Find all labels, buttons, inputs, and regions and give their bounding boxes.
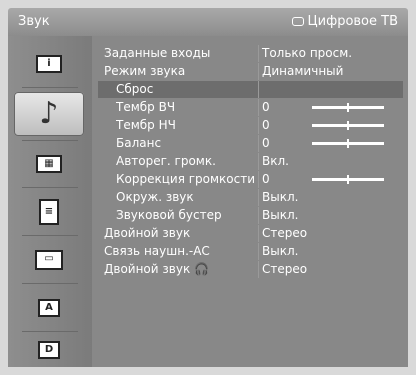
sidebar-divider (22, 187, 78, 188)
menu-row[interactable]: Тембр НЧ 0 (98, 117, 403, 134)
menu-row-label: Окруж. звук (116, 190, 194, 204)
digital-channels-icon: D (38, 341, 60, 359)
title-bar: Звук Цифровое ТВ (8, 8, 408, 36)
menu-row-label: Сброс (116, 82, 154, 96)
menu-title: Звук (18, 14, 50, 29)
menu-row[interactable]: Звуковой бустер Выкл. (98, 207, 403, 224)
menu-row-label: Заданные входы (104, 46, 211, 60)
menu-row-value: Динамичный (262, 64, 344, 78)
source-label: Цифровое ТВ (307, 14, 398, 29)
menu-row[interactable]: Двойной звук Стерео (98, 225, 403, 242)
sidebar: i ♪ ▦ ≡ ▭ A D (8, 36, 92, 367)
menu-row-value: Вкл. (262, 154, 289, 168)
menu-row-value: Выкл. (262, 190, 299, 204)
sidebar-divider (22, 331, 78, 332)
menu-row-label: Тембр НЧ (116, 118, 176, 132)
menu-row-label: Звуковой бустер (116, 208, 222, 222)
column-divider (258, 225, 259, 242)
column-divider (258, 135, 259, 152)
sidebar-item-sound[interactable]: ♪ (14, 92, 84, 136)
sidebar-item-picture[interactable]: i (14, 44, 84, 84)
menu-row[interactable]: Авторег. громк. Вкл. (98, 153, 403, 170)
column-divider (258, 81, 259, 98)
menu-row[interactable]: Режим звука Динамичный (98, 63, 403, 80)
menu-row-label: Связь наушн.-АС (104, 244, 210, 258)
menu-row-value: Выкл. (262, 208, 299, 222)
menu-row[interactable]: Связь наушн.-АС Выкл. (98, 243, 403, 260)
menu-row-value: 0 (262, 136, 270, 150)
picture-info-icon: i (36, 55, 62, 73)
menu-row-label: Двойной звук (104, 226, 191, 240)
sidebar-item-settings-list[interactable]: ≡ (14, 192, 84, 232)
menu-row-label: Режим звука (104, 64, 186, 78)
column-divider (258, 261, 259, 278)
level-slider[interactable] (312, 175, 384, 184)
menu-row[interactable]: Тембр ВЧ 0 (98, 99, 403, 116)
sidebar-item-screen[interactable]: ▦ (14, 144, 84, 184)
slider-knob[interactable] (347, 139, 349, 148)
display-icon: ▭ (35, 250, 63, 270)
sidebar-divider (22, 140, 78, 141)
column-divider (258, 207, 259, 224)
menu-row-label: Тембр ВЧ (116, 100, 176, 114)
sound-note-icon: ♪ (39, 96, 59, 131)
level-slider[interactable] (312, 121, 384, 130)
tv-menu-frame: Звук Цифровое ТВ i ♪ ▦ ≡ ▭ A D Заданные … (0, 0, 416, 375)
column-divider (258, 45, 259, 62)
level-slider[interactable] (312, 139, 384, 148)
menu-row-label: Баланс (116, 136, 162, 150)
column-divider (258, 99, 259, 116)
menu-row-value: 0 (262, 172, 270, 186)
column-divider (258, 153, 259, 170)
menu-content: i ♪ ▦ ≡ ▭ A D Заданные входы Только прос… (8, 36, 408, 367)
analog-channels-icon: A (38, 299, 60, 317)
sidebar-item-digital-channels[interactable]: D (14, 336, 84, 364)
column-divider (258, 63, 259, 80)
menu-row-value: 0 (262, 118, 270, 132)
sidebar-divider (22, 87, 78, 88)
sidebar-item-display[interactable]: ▭ (14, 240, 84, 280)
tv-icon (291, 17, 304, 26)
menu-row[interactable]: Двойной звук 🎧 Стерео (98, 261, 403, 278)
column-divider (258, 171, 259, 188)
column-divider (258, 243, 259, 260)
menu-row[interactable]: Сброс (98, 81, 403, 98)
menu-row[interactable]: Коррекция громкости 0 (98, 171, 403, 188)
menu-row-value: Выкл. (262, 244, 299, 258)
menu-row-value: Только просм. (262, 46, 353, 60)
menu-row[interactable]: Баланс 0 (98, 135, 403, 152)
column-divider (258, 189, 259, 206)
menu-row[interactable]: Окруж. звук Выкл. (98, 189, 403, 206)
sidebar-item-analog-channels[interactable]: A (14, 288, 84, 328)
menu-row-label: Коррекция громкости (116, 172, 256, 186)
menu-row[interactable]: Заданные входы Только просм. (98, 45, 403, 62)
menu-row-value: Стерео (262, 226, 308, 240)
input-source: Цифровое ТВ (291, 14, 398, 29)
slider-knob[interactable] (347, 103, 349, 112)
sidebar-divider (22, 235, 78, 236)
menu-row-label: Авторег. громк. (116, 154, 216, 168)
level-slider[interactable] (312, 103, 384, 112)
column-divider (258, 117, 259, 134)
sidebar-divider (22, 283, 78, 284)
list-settings-icon: ≡ (39, 199, 59, 225)
slider-knob[interactable] (347, 175, 349, 184)
screen-settings-icon: ▦ (36, 155, 62, 173)
menu-row-value: Стерео (262, 262, 308, 276)
slider-knob[interactable] (347, 121, 349, 130)
menu-row-label: Двойной звук 🎧 (104, 262, 209, 276)
menu-row-value: 0 (262, 100, 270, 114)
